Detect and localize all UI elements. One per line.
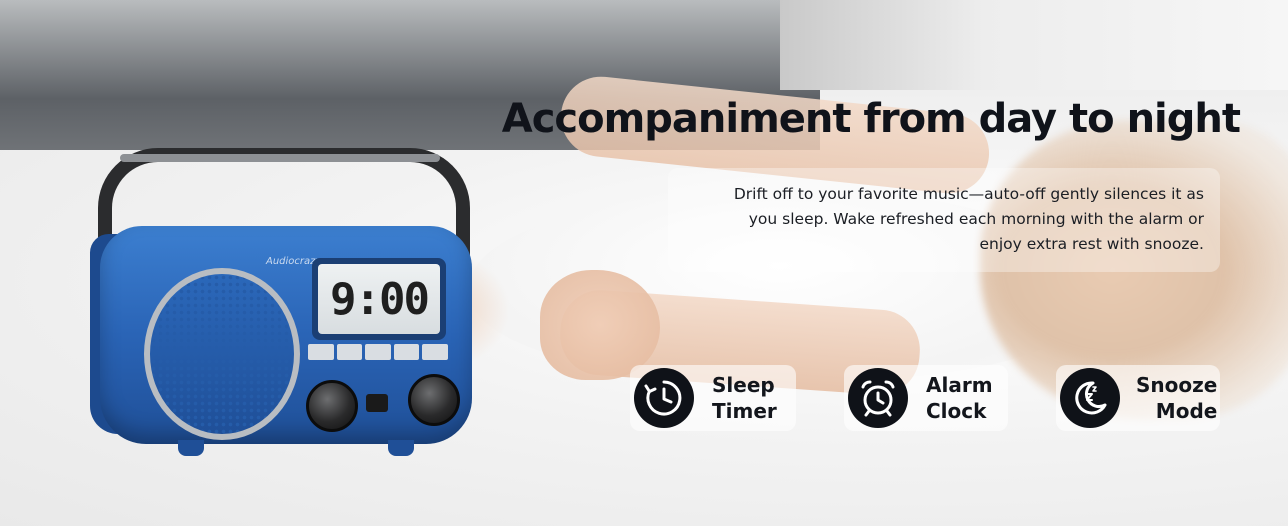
radio-foot-left — [178, 440, 204, 456]
banner-headline: Accompaniment from day to night — [501, 96, 1241, 142]
radio-button — [393, 344, 420, 360]
feature-label: Snooze Mode — [1136, 372, 1217, 424]
band-switch — [366, 394, 388, 412]
description-line: you sleep. Wake refreshed each morning w… — [748, 210, 1204, 228]
radio-button — [336, 344, 363, 360]
feature-sleep-timer: Sleep Timer — [630, 365, 796, 431]
radio-button-row — [308, 344, 448, 364]
sleep-timer-icon — [634, 368, 694, 428]
feature-label-line: Alarm — [926, 373, 993, 397]
feature-label: Alarm Clock — [926, 372, 993, 424]
radio-foot-right — [388, 440, 414, 456]
radio-display: 9:00 — [312, 258, 446, 340]
radio-button — [422, 344, 448, 360]
background-headboard — [780, 0, 1288, 90]
feature-label-line: Timer — [712, 399, 777, 423]
product-banner: Audiocrazy 9:00 Accompaniment from day t… — [0, 0, 1288, 526]
feature-label-line: Snooze — [1136, 373, 1218, 397]
radio-product-image: Audiocrazy 9:00 — [90, 148, 480, 478]
sleeper-hand — [540, 270, 660, 380]
radio-lcd-time: 9:00 — [318, 264, 440, 334]
alarm-clock-icon — [848, 368, 908, 428]
banner-description: Drift off to your favorite music—auto-of… — [668, 168, 1220, 272]
tuning-knob — [408, 374, 460, 426]
feature-label-line: Sleep — [712, 373, 775, 397]
feature-label-line: Clock — [926, 399, 987, 423]
radio-button — [308, 344, 334, 360]
volume-knob — [306, 380, 358, 432]
description-line: enjoy extra rest with snooze. — [979, 235, 1205, 253]
feature-label-line: Mode — [1155, 399, 1218, 423]
radio-speaker-grille — [144, 268, 300, 440]
feature-label: Sleep Timer — [712, 372, 777, 424]
snooze-moon-icon — [1060, 368, 1120, 428]
radio-handle-highlight — [120, 154, 440, 162]
feature-snooze-mode: Snooze Mode — [1056, 365, 1220, 431]
radio-button — [365, 344, 391, 360]
description-line: Drift off to your favorite music—auto-of… — [733, 185, 1204, 203]
feature-alarm-clock: Alarm Clock — [844, 365, 1008, 431]
